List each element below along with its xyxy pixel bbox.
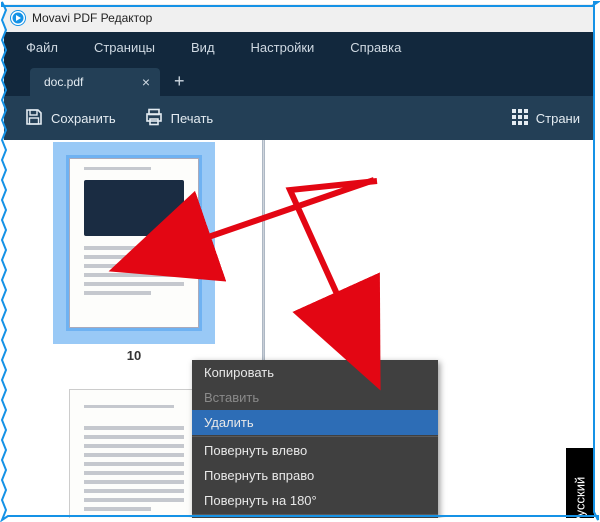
content-area: 10 « Копировать Вставить Удалить bbox=[4, 140, 594, 518]
menu-file[interactable]: Файл bbox=[8, 34, 76, 61]
page-thumbnail-selected[interactable] bbox=[53, 158, 215, 328]
save-label: Сохранить bbox=[51, 111, 116, 126]
app-icon bbox=[10, 10, 26, 26]
close-icon[interactable]: × bbox=[142, 75, 150, 89]
titlebar: Movavi PDF Редактор bbox=[4, 4, 594, 32]
pages-label: Страни bbox=[536, 111, 580, 126]
pages-view-button[interactable]: Страни bbox=[501, 102, 590, 135]
language-label: Русский bbox=[573, 477, 588, 518]
context-menu: Копировать Вставить Удалить Повернуть вл… bbox=[192, 360, 438, 518]
document-tab[interactable]: doc.pdf × bbox=[30, 68, 160, 96]
language-tab[interactable]: Русский bbox=[566, 448, 594, 518]
tab-label: doc.pdf bbox=[44, 75, 83, 89]
print-icon bbox=[144, 107, 164, 130]
menu-help[interactable]: Справка bbox=[332, 34, 419, 61]
menu-settings[interactable]: Настройки bbox=[233, 34, 333, 61]
ctx-rotate-left[interactable]: Повернуть влево bbox=[192, 438, 438, 463]
ctx-paste: Вставить bbox=[192, 385, 438, 410]
ctx-delete[interactable]: Удалить bbox=[192, 410, 438, 435]
ctx-rotate-right[interactable]: Повернуть вправо bbox=[192, 463, 438, 488]
menu-view[interactable]: Вид bbox=[173, 34, 233, 61]
print-button[interactable]: Печать bbox=[134, 101, 224, 136]
menubar: Файл Страницы Вид Настройки Справка bbox=[4, 32, 594, 62]
save-icon bbox=[24, 107, 44, 130]
add-tab-button[interactable]: + bbox=[164, 68, 195, 96]
ctx-separator bbox=[192, 514, 438, 515]
ctx-rotate-180[interactable]: Повернуть на 180° bbox=[192, 488, 438, 513]
ctx-save-pdf[interactable]: Сохранить в PDF bbox=[192, 516, 438, 518]
save-button[interactable]: Сохранить bbox=[14, 101, 126, 136]
page-thumbnail[interactable] bbox=[69, 389, 199, 518]
window-title: Movavi PDF Редактор bbox=[32, 11, 152, 25]
ctx-copy[interactable]: Копировать bbox=[192, 360, 438, 385]
print-label: Печать bbox=[171, 111, 214, 126]
menu-pages[interactable]: Страницы bbox=[76, 34, 173, 61]
grid-icon bbox=[511, 108, 529, 129]
ctx-separator bbox=[192, 436, 438, 437]
tabbar: doc.pdf × + bbox=[4, 62, 594, 96]
toolbar: Сохранить Печать bbox=[4, 96, 594, 140]
